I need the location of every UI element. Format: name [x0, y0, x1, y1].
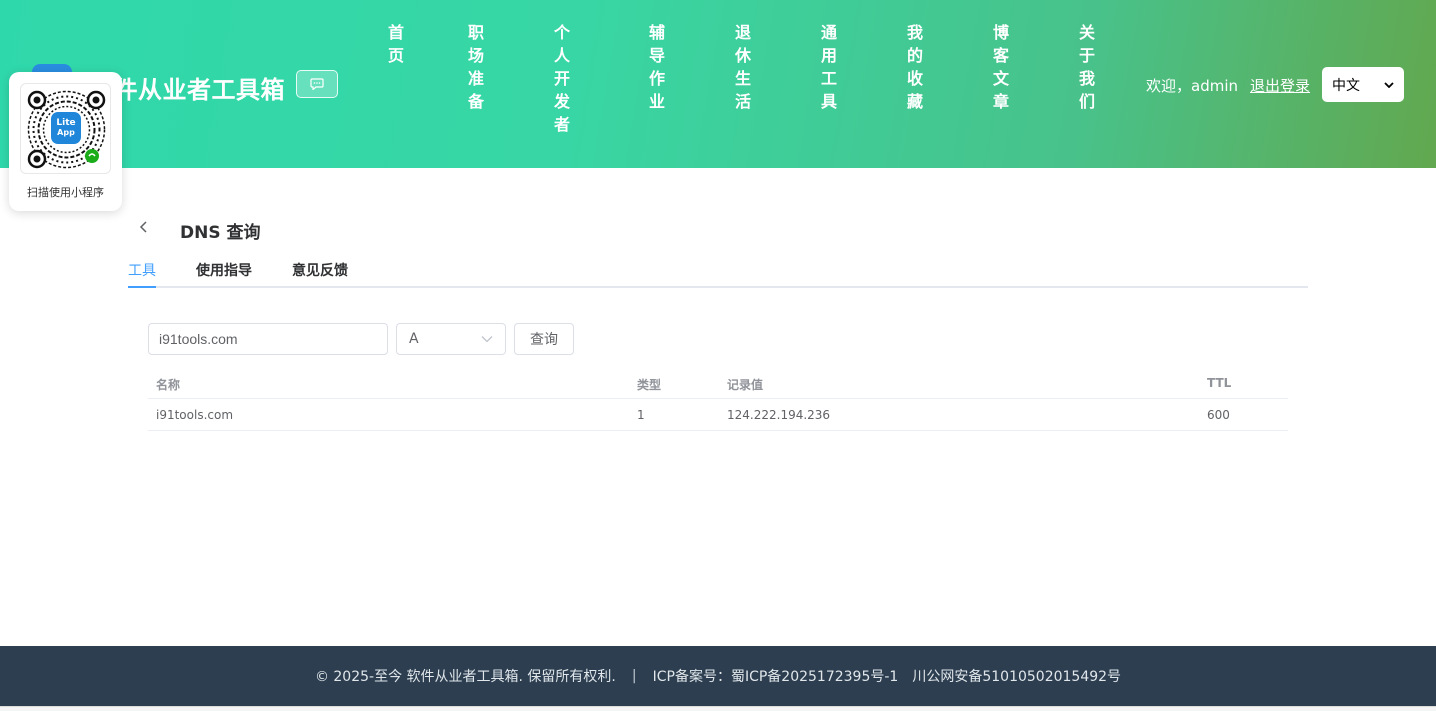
- nav-home[interactable]: 首页: [382, 24, 406, 70]
- table-header-row: 名称 类型 记录值 TTL: [148, 367, 1288, 399]
- chevron-down-icon: [481, 336, 493, 343]
- column-header-value: 记录值: [727, 378, 764, 392]
- cell-type: 1: [637, 408, 645, 422]
- query-button[interactable]: 查询: [514, 323, 574, 355]
- top-header: 件从业者工具箱 首页 职场准备 个人开发者 辅导作业 退休生活 通用工具 我的收…: [0, 0, 1436, 168]
- cell-ttl: 600: [1207, 408, 1230, 422]
- language-value: 中文: [1332, 77, 1360, 94]
- footer-separator: |: [631, 668, 637, 684]
- welcome-text: 欢迎，admin: [1146, 77, 1238, 95]
- record-type-select[interactable]: A: [396, 323, 506, 355]
- domain-input[interactable]: [148, 323, 388, 355]
- chat-button[interactable]: [296, 70, 338, 98]
- column-header-type: 类型: [637, 378, 662, 392]
- mini-program-icon: [85, 149, 99, 163]
- cell-value: 124.222.194.236: [727, 408, 831, 422]
- record-type-value: A: [409, 331, 419, 347]
- qr-badge-line2: App: [57, 128, 75, 137]
- nav-retirement[interactable]: 退休生活: [729, 24, 753, 116]
- tabs-divider: [128, 286, 1308, 288]
- column-header-ttl: TTL: [1207, 376, 1232, 390]
- copyright-text: © 2025-至今 软件从业者工具箱. 保留所有权利.: [314, 669, 616, 685]
- chat-bubble-icon: [310, 78, 324, 90]
- tab-usage-guide[interactable]: 使用指导: [196, 260, 252, 280]
- qr-code-image: Lite App: [27, 90, 106, 169]
- mini-program-qr-popup: Lite App 扫描使用小程序: [9, 72, 122, 211]
- chevron-down-icon: [1384, 81, 1394, 88]
- nav-career-prep[interactable]: 职场准备: [462, 24, 486, 116]
- language-select[interactable]: 中文: [1322, 67, 1404, 102]
- column-header-name: 名称: [156, 378, 181, 392]
- page-title: DNS 查询: [180, 223, 261, 243]
- logout-link[interactable]: 退出登录: [1250, 75, 1310, 96]
- nav-homework[interactable]: 辅导作业: [643, 24, 667, 116]
- qr-code: Lite App: [20, 83, 111, 174]
- tab-feedback[interactable]: 意见反馈: [292, 260, 348, 280]
- police-record-link[interactable]: 川公网安备51010502015492号: [912, 666, 1121, 686]
- nav-indie-dev[interactable]: 个人开发者: [548, 24, 572, 139]
- active-tab-indicator: [128, 286, 156, 288]
- bottom-strip: [0, 706, 1436, 711]
- qr-caption: 扫描使用小程序: [27, 186, 104, 199]
- cell-name: i91tools.com: [156, 408, 234, 422]
- nav-favorites[interactable]: 我的收藏: [901, 24, 925, 116]
- back-icon[interactable]: [136, 219, 152, 235]
- table-row: i91tools.com 1 124.222.194.236 600: [148, 399, 1288, 431]
- nav-general-tools[interactable]: 通用工具: [815, 24, 839, 116]
- nav-about[interactable]: 关于我们: [1073, 24, 1097, 116]
- site-footer: © 2025-至今 软件从业者工具箱. 保留所有权利. | ICP备案号：蜀IC…: [0, 646, 1436, 706]
- icp-link[interactable]: ICP备案号：蜀ICP备2025172395号-1: [653, 666, 899, 686]
- qr-badge-line1: Lite: [56, 118, 75, 128]
- nav-blog[interactable]: 博客文章: [987, 24, 1011, 116]
- tab-tool[interactable]: 工具: [128, 260, 156, 280]
- dns-results-table: 名称 类型 记录值 TTL i91tools.com 1 124.222.194…: [148, 367, 1288, 431]
